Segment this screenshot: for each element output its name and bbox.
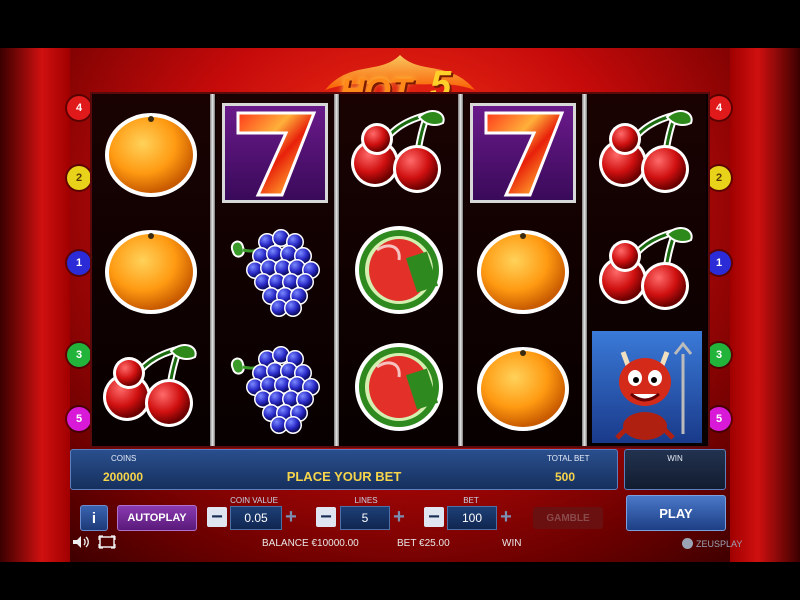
cherries-icon xyxy=(588,94,706,211)
right-curtain xyxy=(730,48,800,562)
bet-info-panel: COINS 200000 PLACE YOUR BET TOTAL BET 50… xyxy=(70,449,618,490)
bottom-letterbox xyxy=(0,562,800,600)
cherries-icon xyxy=(340,94,458,211)
total-bet-label: TOTAL BET xyxy=(547,454,590,463)
payline-marker-3[interactable]: 3 xyxy=(67,343,91,367)
payline-marker-5[interactable]: 5 xyxy=(67,407,91,431)
payline-marker-2[interactable]: 2 xyxy=(67,166,91,190)
coin-value-plus-button[interactable]: + xyxy=(281,506,301,528)
grapes-icon xyxy=(216,328,334,445)
message-text: PLACE YOUR BET xyxy=(286,469,402,484)
lines-field: 5 xyxy=(340,506,390,530)
bet-plus-button[interactable]: + xyxy=(496,506,516,528)
cherries-icon xyxy=(92,328,210,445)
lines-minus-button[interactable]: − xyxy=(316,506,336,528)
total-bet-value: 500 xyxy=(555,470,576,484)
reel-separator xyxy=(458,94,463,446)
info-button[interactable]: i xyxy=(80,505,108,531)
gamble-button[interactable]: GAMBLE xyxy=(533,507,603,529)
orange-icon xyxy=(464,211,582,328)
coin-value-field: 0.05 xyxy=(230,506,282,530)
autoplay-button[interactable]: AUTOPLAY xyxy=(117,505,197,531)
reel-3 xyxy=(340,94,458,446)
top-letterbox xyxy=(0,0,800,48)
reel-window xyxy=(90,92,710,448)
payline-marker-2[interactable]: 2 xyxy=(707,166,731,190)
sound-icon[interactable] xyxy=(72,535,90,549)
devil-icon xyxy=(588,328,706,445)
fullscreen-icon[interactable] xyxy=(98,535,116,549)
bet-minus-button[interactable]: − xyxy=(424,506,444,528)
win-amount-text: WIN xyxy=(502,538,522,549)
payline-marker-1[interactable]: 1 xyxy=(707,251,731,275)
payline-marker-1[interactable]: 1 xyxy=(67,251,91,275)
payline-marker-4[interactable]: 4 xyxy=(67,96,91,120)
payline-marker-5[interactable]: 5 xyxy=(707,407,731,431)
lines-plus-button[interactable]: + xyxy=(389,506,409,528)
bet-field: 100 xyxy=(447,506,497,530)
win-panel: WIN xyxy=(624,449,726,490)
lines-label: LINES xyxy=(354,496,378,505)
watermelon-icon xyxy=(340,328,458,445)
bet-label: BET xyxy=(463,496,479,505)
watermelon-icon xyxy=(340,211,458,328)
payline-marker-3[interactable]: 3 xyxy=(707,343,731,367)
coin-value-minus-button[interactable]: − xyxy=(207,506,227,528)
bet-amount-text: BET €25.00 xyxy=(397,538,450,549)
reel-5 xyxy=(588,94,706,446)
seven-icon xyxy=(464,94,582,211)
orange-icon xyxy=(464,328,582,445)
reel-separator xyxy=(210,94,215,446)
reel-separator xyxy=(582,94,587,446)
reel-4 xyxy=(464,94,582,446)
cherries-icon xyxy=(588,211,706,328)
reel-separator xyxy=(334,94,339,446)
grapes-icon xyxy=(216,211,334,328)
coins-label: COINS xyxy=(111,454,137,463)
coin-value-label: COIN VALUE xyxy=(230,496,278,505)
brand-logo: ZEUSPLAY xyxy=(682,538,742,549)
payline-marker-4[interactable]: 4 xyxy=(707,96,731,120)
win-label: WIN xyxy=(667,454,683,463)
brand-icon xyxy=(682,538,693,549)
orange-icon xyxy=(92,94,210,211)
left-curtain xyxy=(0,48,70,562)
reel-1 xyxy=(92,94,210,446)
balance-text: BALANCE €10000.00 xyxy=(262,538,359,549)
orange-icon xyxy=(92,211,210,328)
seven-icon xyxy=(216,94,334,211)
brand-text: ZEUSPLAY xyxy=(696,538,743,549)
play-button[interactable]: PLAY xyxy=(626,495,726,531)
reel-2 xyxy=(216,94,334,446)
